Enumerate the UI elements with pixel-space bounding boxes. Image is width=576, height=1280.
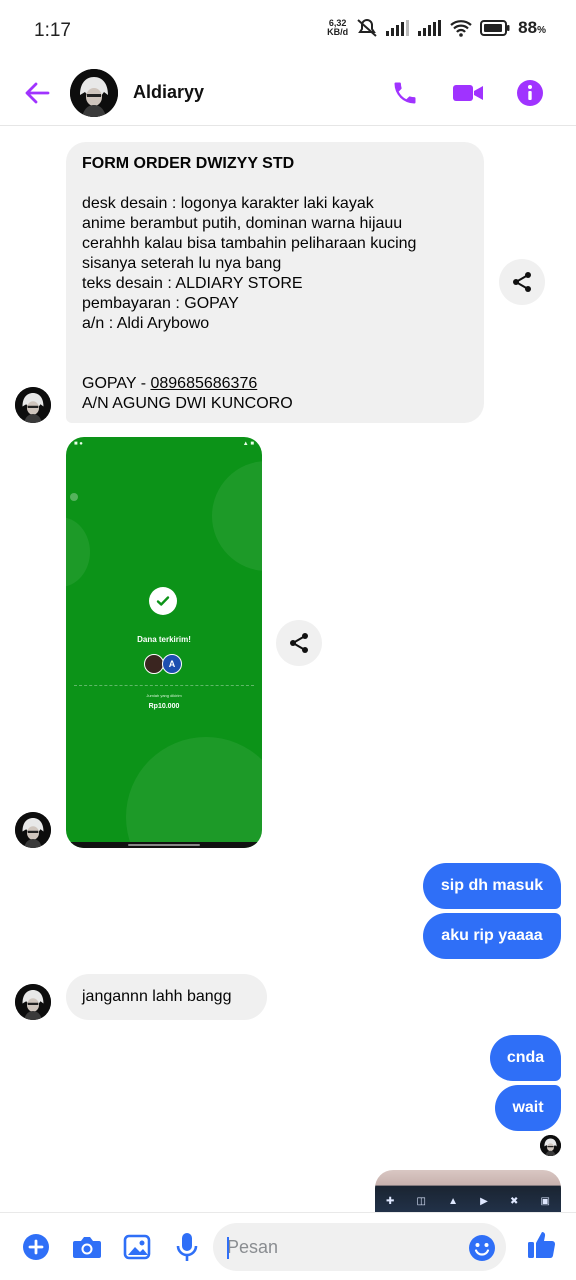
voice-record-button[interactable] xyxy=(171,1231,203,1263)
status-time: 1:17 xyxy=(34,20,71,41)
plus-icon xyxy=(23,1234,49,1260)
contact-name[interactable]: Aldiaryy xyxy=(133,82,204,103)
outgoing-message[interactable]: cnda xyxy=(490,1035,561,1081)
decor-circle xyxy=(126,737,262,848)
outgoing-message[interactable]: aku rip yaaaa xyxy=(423,913,561,959)
outgoing-image-partial[interactable]: ✚ ◫ ▲ ▶ ✖ ▣ xyxy=(375,1170,561,1214)
form-line: cerahhh kalau bisa tambahin peliharaan k… xyxy=(82,235,417,252)
emoji-icon xyxy=(469,1235,495,1261)
battery-icon xyxy=(480,20,510,36)
info-icon xyxy=(517,80,543,106)
share-icon xyxy=(513,272,531,292)
signal-icon xyxy=(386,20,410,36)
check-icon xyxy=(156,596,170,606)
like-button[interactable] xyxy=(526,1229,558,1261)
phone-icon xyxy=(394,82,416,104)
divider xyxy=(74,685,254,686)
status-bar: 1:17 6,32 KB/d 88% xyxy=(0,0,576,62)
account-name-line: A/N AGUNG DWI KUNCORO xyxy=(82,395,293,412)
voice-call-button[interactable] xyxy=(388,76,422,110)
payer-avatar xyxy=(144,654,164,674)
battery-level: 88% xyxy=(518,18,546,37)
contact-avatar[interactable] xyxy=(70,69,118,117)
video-icon xyxy=(453,85,483,101)
message-composer xyxy=(0,1212,576,1280)
status-icons: 6,32 KB/d 88% xyxy=(327,18,546,38)
signal-icon-2 xyxy=(418,20,442,36)
gopay-line: GOPAY - 089685686376 xyxy=(82,375,258,392)
share-icon xyxy=(290,633,308,653)
sender-avatar[interactable] xyxy=(15,984,51,1020)
success-check xyxy=(149,587,177,615)
image-toolbar-strip: ✚ ◫ ▲ ▶ ✖ ▣ xyxy=(386,1196,550,1207)
anime-avatar-image xyxy=(15,387,51,423)
form-line xyxy=(82,354,468,374)
outgoing-message[interactable]: wait xyxy=(495,1085,561,1131)
phone-number-link[interactable]: 089685686376 xyxy=(150,375,257,392)
microphone-icon xyxy=(176,1233,198,1261)
anime-avatar-image xyxy=(15,812,51,848)
outgoing-message[interactable]: sip dh masuk xyxy=(423,863,561,909)
seen-indicator-avatar xyxy=(540,1135,561,1156)
decor-circle xyxy=(212,461,262,571)
anime-avatar-image xyxy=(15,984,51,1020)
thumbs-up-icon xyxy=(528,1232,556,1259)
payment-screenshot-image[interactable]: ■ ● ▲ ■ Dana terkirim! A Jumlah yang diki… xyxy=(66,437,262,848)
share-button[interactable] xyxy=(276,620,322,666)
payment-title: Dana terkirim! xyxy=(137,635,191,644)
sender-avatar[interactable] xyxy=(15,812,51,848)
mute-icon xyxy=(357,19,377,37)
amount-value: Rp10.000 xyxy=(148,703,180,710)
form-line: desk desain : logonya karakter laki kaya… xyxy=(82,195,374,212)
form-line xyxy=(82,334,468,354)
share-button[interactable] xyxy=(499,259,545,305)
form-line: FORM ORDER DWIZYY STD xyxy=(82,155,295,172)
back-button[interactable] xyxy=(20,76,54,110)
anime-avatar-image xyxy=(540,1135,561,1156)
wifi-icon xyxy=(450,20,472,37)
decor-circle xyxy=(66,517,90,587)
message-input[interactable] xyxy=(213,1223,506,1271)
form-line: a/n : Aldi Arybowo xyxy=(82,315,210,332)
form-line: sisanya seterah lu nya bang xyxy=(82,255,282,272)
decor-dot xyxy=(70,493,78,501)
camera-button[interactable] xyxy=(71,1231,103,1263)
screenshot-status-bar: ■ ● ▲ ■ xyxy=(74,441,254,447)
sender-avatar[interactable] xyxy=(15,387,51,423)
form-line: anime berambut putih, dominan warna hija… xyxy=(82,215,403,232)
camera-icon xyxy=(73,1237,101,1258)
video-call-button[interactable] xyxy=(451,76,485,110)
image-icon xyxy=(123,1234,151,1260)
form-line xyxy=(82,174,468,194)
chat-header: Aldiaryy xyxy=(0,62,576,126)
incoming-message-form-order[interactable]: FORM ORDER DWIZYY STD desk desain : logo… xyxy=(66,142,484,423)
form-line: pembayaran : GOPAY xyxy=(82,295,239,312)
incoming-message[interactable]: jangannn lahh bangg xyxy=(66,974,267,1020)
add-button[interactable] xyxy=(20,1231,52,1263)
network-speed: 6,32 KB/d xyxy=(327,18,349,37)
gallery-button[interactable] xyxy=(121,1231,153,1263)
arrow-left-icon xyxy=(25,82,50,104)
anime-avatar-image xyxy=(70,69,118,117)
recipient-avatar: A xyxy=(162,654,182,674)
form-line: teks desain : ALDIARY STORE xyxy=(82,275,303,292)
emoji-button[interactable] xyxy=(468,1234,496,1262)
amount-label: Jumlah yang dikirim xyxy=(146,693,182,698)
screenshot-nav-bar xyxy=(66,842,262,848)
info-button[interactable] xyxy=(513,76,547,110)
text-caret xyxy=(227,1237,229,1259)
